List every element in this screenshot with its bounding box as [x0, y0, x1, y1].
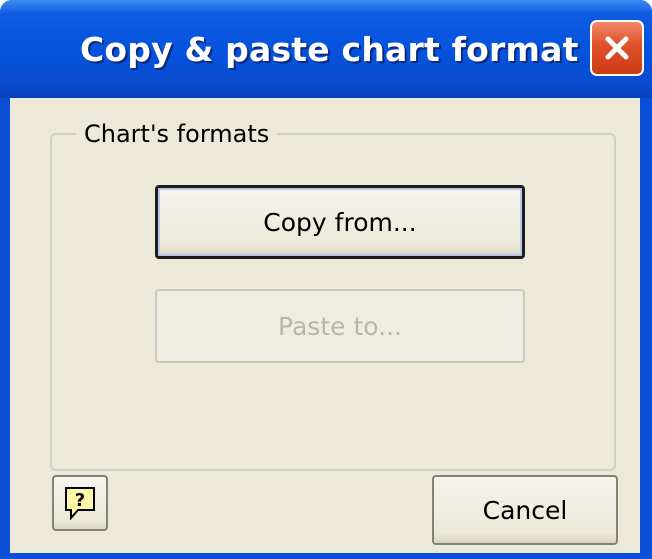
copy-from-button[interactable]: Copy from...	[155, 185, 525, 259]
close-icon	[605, 36, 629, 60]
paste-to-button[interactable]: Paste to...	[155, 289, 525, 363]
dialog-window: Copy & paste chart format Chart's format…	[0, 0, 652, 559]
group-legend: Chart's formats	[84, 120, 270, 148]
help-icon: ?	[65, 487, 95, 520]
cancel-button[interactable]: Cancel	[432, 475, 618, 545]
svg-text:?: ?	[75, 490, 85, 511]
dialog-body: Chart's formats Copy from... Paste to...…	[10, 98, 640, 553]
help-button[interactable]: ?	[52, 475, 108, 531]
title-bar[interactable]: Copy & paste chart format	[0, 0, 652, 98]
close-button[interactable]	[590, 20, 644, 76]
window-title: Copy & paste chart format	[80, 30, 579, 69]
